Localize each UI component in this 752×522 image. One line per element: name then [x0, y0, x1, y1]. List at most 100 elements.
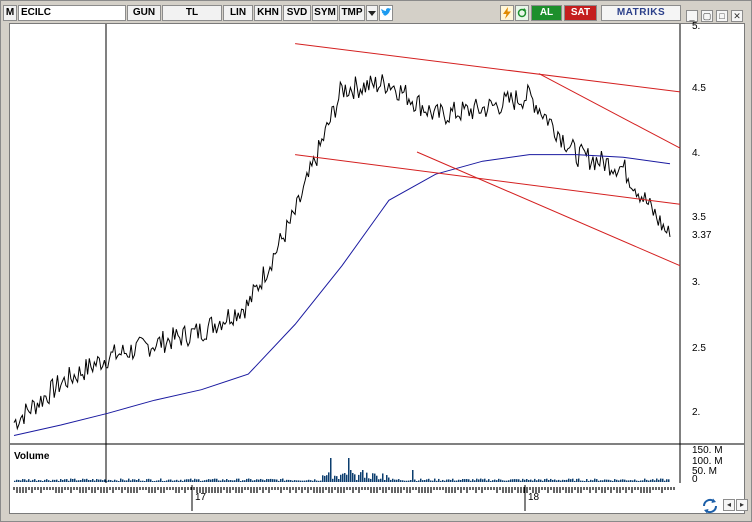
restore-button[interactable]: ▢ [701, 10, 713, 22]
volume-bar [486, 480, 488, 482]
volume-bar [372, 473, 374, 482]
volume-bar [308, 479, 310, 482]
year-label-18: 18 [528, 492, 540, 503]
volume-bar [512, 479, 514, 482]
volume-bar [570, 479, 572, 482]
volume-bar [140, 480, 142, 482]
volume-bar [662, 478, 664, 482]
scale-button[interactable]: LIN [223, 5, 253, 21]
price-tick-2: 2. [692, 407, 701, 418]
volume-bar [254, 480, 256, 482]
volume-bar [460, 479, 462, 482]
time-axis-ticks [13, 485, 675, 511]
volume-bar [304, 480, 306, 482]
volume-bar [364, 477, 366, 482]
refresh-button[interactable] [515, 5, 529, 21]
buy-button[interactable]: AL [531, 5, 562, 21]
volume-bar [432, 480, 434, 482]
volume-bar [94, 480, 96, 482]
trend-channel [295, 43, 681, 267]
volume-bar [574, 480, 576, 482]
volume-bar [482, 479, 484, 482]
volume-bar [216, 478, 218, 482]
volume-bar [656, 478, 658, 482]
volume-bar [52, 479, 54, 482]
volume-bar [514, 479, 516, 482]
volume-bar [314, 479, 316, 482]
volume-bar [408, 480, 410, 482]
volume-bar [276, 479, 278, 482]
volume-bar [608, 479, 610, 482]
chart-area[interactable]: 5. 4.5 4. 3.5 3.37 3. 2.5 2. Volume 150.… [9, 21, 745, 485]
chart-window: M ECILC GUN TL LIN KHN SVD SYM TMP AL SA… [0, 0, 752, 522]
volume-bar [604, 479, 606, 482]
sym-button[interactable]: SYM [312, 5, 338, 21]
volume-bar [392, 478, 394, 482]
volume-bar [544, 479, 546, 482]
volume-bar [240, 480, 242, 482]
volume-bar [124, 480, 126, 482]
volume-bar [20, 480, 22, 482]
volume-bar [374, 473, 376, 482]
volume-bar [434, 478, 436, 482]
volume-bar [294, 480, 296, 482]
volume-bar [226, 479, 228, 482]
volume-bar [166, 480, 168, 482]
twitter-button[interactable] [379, 5, 393, 21]
volume-bar [306, 480, 308, 482]
volume-bar [284, 480, 286, 482]
volume-bar [520, 480, 522, 482]
volume-bar [602, 480, 604, 482]
volume-bar [410, 480, 412, 482]
svd-button[interactable]: SVD [283, 5, 311, 21]
price-tick-3: 3. [692, 277, 701, 288]
volume-bar [456, 480, 458, 482]
volume-bar [536, 480, 538, 482]
volume-bar [34, 479, 36, 482]
volume-bar [214, 478, 216, 482]
tmp-button[interactable]: TMP [339, 5, 365, 21]
maximize-button[interactable]: □ [716, 10, 728, 22]
volume-bar [590, 479, 592, 482]
sell-button[interactable]: SAT [564, 5, 597, 21]
volume-bar [58, 480, 60, 482]
volume-bar [32, 479, 34, 482]
volume-bar [86, 478, 88, 482]
volume-bar [660, 478, 662, 482]
volume-bar [318, 480, 320, 482]
volume-bar [412, 470, 414, 482]
volume-bar [170, 479, 172, 482]
moving-average-line [13, 154, 671, 436]
volume-bar [22, 479, 24, 482]
dropdown-button[interactable] [366, 5, 378, 21]
volume-bar [528, 479, 530, 482]
volume-bar [184, 479, 186, 482]
flash-button[interactable] [500, 5, 514, 21]
volume-bar [566, 479, 568, 482]
close-button[interactable]: ✕ [731, 10, 743, 22]
volume-bar [200, 480, 202, 482]
time-axis[interactable]: 17 18 [9, 483, 745, 514]
volume-bar [616, 479, 618, 482]
volume-bar [448, 479, 450, 482]
m-menu-button[interactable]: M [3, 5, 17, 21]
price-tick-3.5: 3.5 [692, 212, 706, 223]
volume-bar [416, 480, 418, 482]
toolbar: M ECILC GUN TL LIN KHN SVD SYM TMP AL SA… [3, 4, 749, 23]
volume-bar [78, 480, 80, 482]
symbol-field[interactable]: ECILC [18, 5, 126, 21]
volume-bar [560, 480, 562, 482]
scroll-right-button[interactable]: ▸ [736, 499, 748, 511]
volume-bar [352, 473, 354, 482]
volume-bar [502, 480, 504, 482]
volume-bar [72, 479, 74, 482]
khn-button[interactable]: KHN [254, 5, 282, 21]
period-button[interactable]: GUN [127, 5, 161, 21]
sync-button[interactable] [701, 497, 719, 515]
scroll-left-button[interactable]: ◂ [723, 499, 735, 511]
currency-button[interactable]: TL [162, 5, 222, 21]
volume-bar [40, 480, 42, 482]
volume-bar [74, 478, 76, 482]
volume-bar [316, 480, 318, 482]
volume-bar [110, 480, 112, 482]
